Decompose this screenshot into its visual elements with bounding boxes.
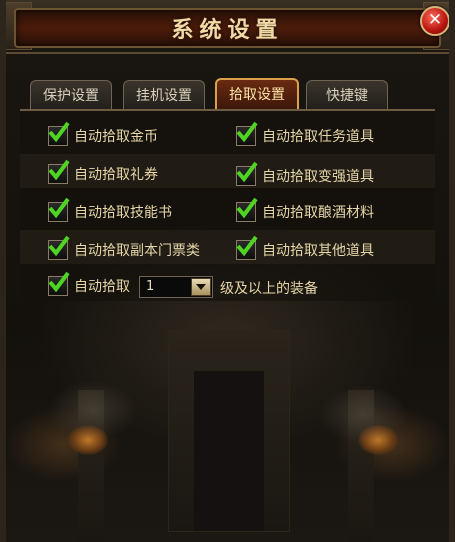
option-label: 自动拾取技能书 <box>74 205 172 221</box>
checkbox[interactable] <box>48 271 70 296</box>
tab-hotkeys[interactable]: 快捷键 <box>306 80 388 109</box>
smoke-left <box>48 380 138 440</box>
checkmark-icon <box>48 121 70 143</box>
checkbox[interactable] <box>236 197 258 222</box>
tab-auto-battle[interactable]: 挂机设置 <box>123 80 205 109</box>
tab-protection[interactable]: 保护设置 <box>30 80 112 109</box>
option-pickup-upgrade-items[interactable]: 自动拾取变强道具 <box>236 161 374 188</box>
option-pickup-coupon[interactable]: 自动拾取礼券 <box>48 159 158 186</box>
background-scene <box>18 300 437 542</box>
checkmark-icon <box>48 271 70 293</box>
chevron-down-icon[interactable] <box>191 278 211 296</box>
checkbox[interactable] <box>48 159 70 184</box>
checkbox[interactable] <box>236 235 258 260</box>
checkmark-icon <box>48 235 70 257</box>
title-bar: 系统设置 <box>0 0 455 54</box>
option-pickup-equipment[interactable]: 自动拾取 <box>48 271 130 298</box>
checkmark-icon <box>236 235 258 257</box>
option-label: 自动拾取副本门票类 <box>74 243 200 259</box>
option-label: 自动拾取金币 <box>74 129 158 145</box>
option-label: 自动拾取其他道具 <box>262 243 374 259</box>
temple-gate <box>168 330 290 532</box>
option-label: 自动拾取 <box>74 279 130 295</box>
checkbox[interactable] <box>236 121 258 146</box>
window-title: 系统设置 <box>171 17 284 43</box>
close-icon[interactable]: ✕ <box>428 10 442 30</box>
checkbox[interactable] <box>48 121 70 146</box>
checkmark-icon <box>236 161 258 183</box>
option-pickup-dungeon-ticket[interactable]: 自动拾取副本门票类 <box>48 235 200 262</box>
option-label: 自动拾取任务道具 <box>262 129 374 145</box>
option-label: 自动拾取礼券 <box>74 167 158 183</box>
smoke-right <box>318 385 408 445</box>
option-pickup-other-items[interactable]: 自动拾取其他道具 <box>236 235 374 262</box>
checkbox[interactable] <box>48 197 70 222</box>
option-pickup-quest-items[interactable]: 自动拾取任务道具 <box>236 121 374 148</box>
option-pickup-brewing-materials[interactable]: 自动拾取酿酒材料 <box>236 197 374 224</box>
option-label: 自动拾取酿酒材料 <box>262 205 374 221</box>
checkbox[interactable] <box>236 161 258 186</box>
equipment-level-suffix: 级及以上的装备 <box>220 281 318 297</box>
checkmark-icon <box>48 197 70 219</box>
tab-pickup[interactable]: 拾取设置 <box>215 78 299 111</box>
checkmark-icon <box>236 121 258 143</box>
close-button[interactable]: ✕ <box>420 6 450 36</box>
option-pickup-gold[interactable]: 自动拾取金币 <box>48 121 158 148</box>
checkbox[interactable] <box>48 235 70 260</box>
checkmark-icon <box>48 159 70 181</box>
settings-window: 系统设置 ✕ 保护设置 挂机设置 拾取设置 快捷键 自动拾取金币 自动拾取礼券 … <box>0 0 455 542</box>
option-pickup-skillbook[interactable]: 自动拾取技能书 <box>48 197 172 224</box>
option-label: 自动拾取变强道具 <box>262 169 374 185</box>
checkmark-icon <box>236 197 258 219</box>
select-value: 1 <box>146 279 155 294</box>
equipment-level-select[interactable]: 1 <box>139 276 213 298</box>
